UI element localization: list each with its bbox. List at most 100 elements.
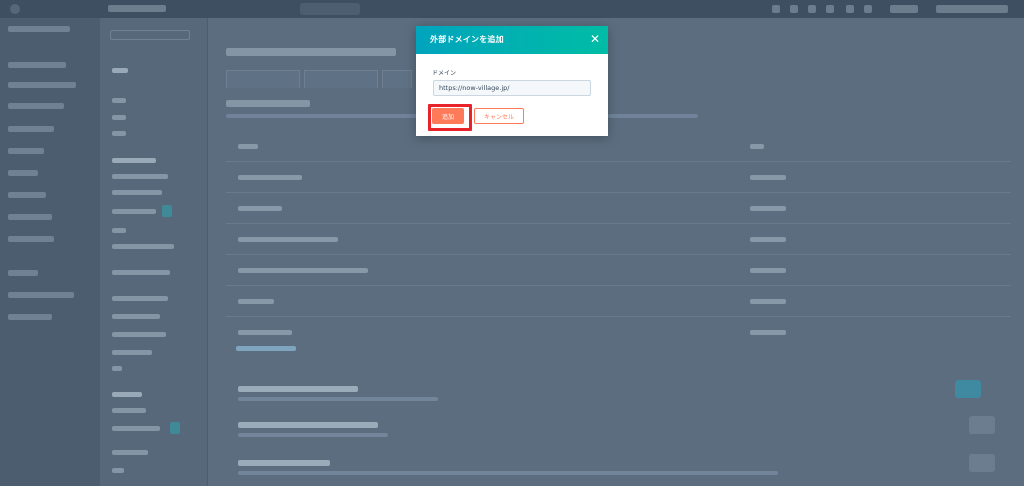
apps-icon [846, 5, 854, 13]
table-row [226, 317, 1011, 348]
column-header [238, 144, 258, 149]
setting-title [238, 422, 378, 428]
subnav-item [112, 270, 170, 275]
sidebar-item [8, 82, 76, 88]
sidebar-item [8, 270, 38, 276]
table-cell [238, 175, 302, 180]
sidebar-item [8, 192, 46, 198]
sidebar-item [8, 62, 66, 68]
notifications-icon [826, 5, 834, 13]
setting-toggle [969, 416, 995, 434]
table-row [226, 255, 1011, 286]
table-cell [750, 299, 786, 304]
subnav-item [112, 450, 148, 455]
subnav-heading [112, 68, 128, 73]
table-cell [750, 268, 786, 273]
main-content [208, 18, 1024, 486]
setting-toggle [955, 380, 981, 398]
tab [226, 70, 300, 88]
top-navigation-bar [0, 0, 1024, 18]
table-cell [238, 330, 292, 335]
domain-input[interactable] [433, 80, 591, 96]
upgrade-link [890, 5, 918, 13]
table-cell [750, 206, 786, 211]
subnav-heading [112, 392, 142, 397]
domain-table [226, 131, 1011, 335]
sidebar-item [8, 314, 52, 320]
global-search-box [300, 3, 360, 15]
sidebar-item [8, 126, 54, 132]
setting-description [238, 397, 438, 401]
subnav-item [112, 209, 156, 214]
subnav-item [112, 174, 168, 179]
account-selector [110, 30, 190, 40]
sidebar-item [8, 236, 54, 242]
subnav-item [112, 115, 126, 120]
subnav-item [112, 350, 152, 355]
settings-icon [808, 5, 816, 13]
subnav-item [112, 314, 160, 319]
table-cell [238, 206, 282, 211]
help-icon [790, 5, 798, 13]
table-row [226, 286, 1011, 317]
calling-icon [864, 5, 872, 13]
table-cell [750, 175, 786, 180]
section-description [608, 114, 698, 118]
tab [382, 70, 412, 88]
subnav-item [112, 426, 160, 431]
sidebar-item [8, 170, 38, 176]
section-heading [226, 100, 310, 107]
setting-row [226, 454, 1011, 486]
subnav-item [112, 408, 146, 413]
settings-subnav [100, 18, 208, 486]
table-cell [750, 330, 786, 335]
subnav-item [112, 131, 126, 136]
setting-row [226, 380, 1011, 420]
subnav-badge [162, 205, 172, 217]
subnav-badge [170, 422, 180, 434]
marketplace-icon [772, 5, 780, 13]
setting-title [238, 386, 358, 392]
table-cell [238, 268, 368, 273]
subnav-item [112, 366, 122, 371]
subnav-item [112, 468, 124, 473]
page-title-placeholder [226, 48, 396, 56]
sidebar-item [8, 292, 74, 298]
sidebar-item [8, 148, 44, 154]
subnav-item [112, 98, 126, 103]
sidebar-item [8, 214, 52, 220]
sidebar-item [8, 103, 64, 109]
subnav-item [112, 228, 126, 233]
dialog-header: 外部ドメインを追加 ✕ [416, 26, 608, 54]
left-sidebar [0, 18, 100, 486]
add-domain-link [236, 346, 296, 351]
subnav-heading [112, 158, 156, 163]
dialog-title: 外部ドメインを追加 [430, 35, 504, 44]
tab [304, 70, 378, 88]
subnav-item [112, 190, 162, 195]
sidebar-item [8, 26, 70, 32]
close-icon[interactable]: ✕ [588, 32, 602, 46]
subnav-item [112, 244, 174, 249]
cancel-button[interactable]: キャンセル [474, 108, 524, 124]
table-cell [750, 237, 786, 242]
domain-field-label: ドメイン [432, 70, 457, 77]
setting-title [238, 460, 330, 466]
setting-toggle [969, 454, 995, 472]
account-breadcrumb [108, 5, 166, 12]
column-header [750, 144, 764, 149]
setting-row [226, 416, 1011, 456]
subnav-item [112, 296, 168, 301]
app-logo-icon [10, 4, 20, 14]
subnav-item [112, 332, 166, 337]
table-cell [238, 237, 338, 242]
table-cell [238, 299, 274, 304]
table-row [226, 162, 1011, 193]
setting-description [238, 471, 778, 475]
table-row [226, 193, 1011, 224]
table-header-row [226, 131, 1011, 162]
highlight-box [428, 104, 472, 131]
account-menu [936, 5, 1008, 13]
setting-description [238, 433, 388, 437]
table-row [226, 224, 1011, 255]
